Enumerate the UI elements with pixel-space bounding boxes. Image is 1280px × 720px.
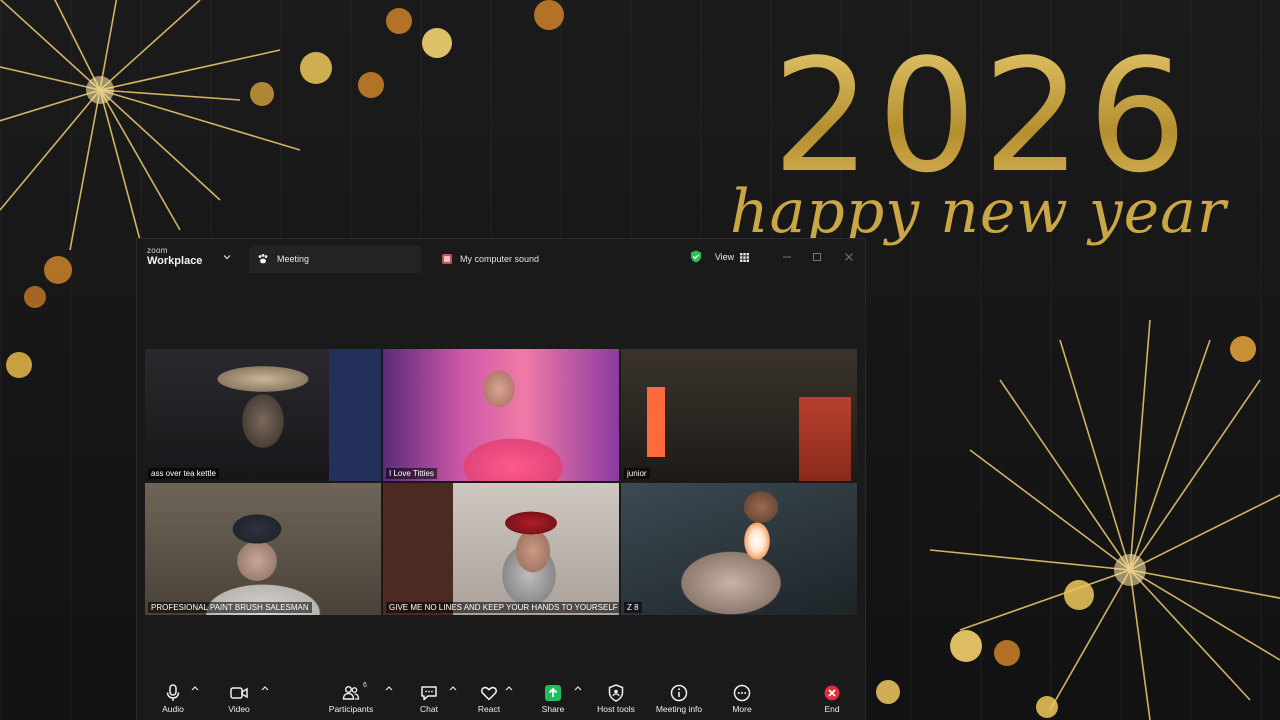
meeting-info-button[interactable]: Meeting info <box>651 683 707 719</box>
chat-icon <box>421 686 437 701</box>
participants-count: 6 <box>363 682 367 689</box>
bokeh-light <box>6 352 32 378</box>
chevron-up-icon[interactable] <box>574 685 582 691</box>
participant-name: Z 8 <box>624 602 642 613</box>
video-gallery: ass over tea kettle I Love Titties junio… <box>145 349 859 615</box>
host-tools-button[interactable]: Host tools <box>595 683 637 719</box>
share-button[interactable]: Share <box>539 683 567 719</box>
chat-label: Chat <box>420 704 438 714</box>
view-button[interactable]: View <box>707 247 757 267</box>
chevron-up-icon[interactable] <box>261 685 269 691</box>
close-icon[interactable] <box>843 251 855 263</box>
minimize-icon[interactable] <box>781 251 793 263</box>
more-icon <box>733 684 751 702</box>
bokeh-light <box>250 82 274 106</box>
react-label: React <box>477 704 501 714</box>
zoom-brand[interactable]: zoom Workplace <box>147 247 202 267</box>
bokeh-light <box>534 0 564 30</box>
brand-top: zoom <box>147 246 168 255</box>
video-tile[interactable]: I Love Titties <box>383 349 619 481</box>
meeting-toolbar: Audio Video Participants 6 Chat React Sh… <box>137 679 865 720</box>
firework-bottom-right <box>930 319 1280 720</box>
bokeh-light <box>358 72 384 98</box>
host-tools-label: Host tools <box>597 704 635 714</box>
more-button[interactable]: More <box>729 683 755 719</box>
brand-bottom: Workplace <box>147 255 203 267</box>
new-year-greeting: happy new year <box>730 177 1227 247</box>
speaker-icon <box>442 254 452 264</box>
maximize-icon[interactable] <box>811 251 823 263</box>
video-tile[interactable]: junior <box>621 349 857 481</box>
more-label: More <box>732 704 752 714</box>
chevron-up-icon[interactable] <box>385 685 393 691</box>
tab-meeting[interactable]: Meeting <box>249 245 421 273</box>
bokeh-light <box>300 52 332 84</box>
shield-icon <box>608 684 624 702</box>
video-tile[interactable]: PROFESIONAL PAINT BRUSH SALESMAN <box>145 483 381 615</box>
chevron-down-icon[interactable] <box>223 253 231 261</box>
people-icon <box>342 686 360 700</box>
heart-icon <box>481 686 497 701</box>
shield-check-icon[interactable] <box>690 250 702 263</box>
bokeh-light <box>876 680 900 704</box>
bokeh-light <box>386 8 412 34</box>
share-label: Share <box>541 704 565 714</box>
grid-icon <box>740 252 750 262</box>
tab-sound-label: My computer sound <box>460 254 540 264</box>
participant-name: GIVE ME NO LINES AND KEEP YOUR HANDS TO … <box>386 602 619 613</box>
participant-video <box>145 483 381 615</box>
audio-button[interactable]: Audio <box>159 683 187 719</box>
participants-label: Participants <box>328 704 374 714</box>
meeting-info-label: Meeting info <box>655 704 703 714</box>
video-tile[interactable]: ass over tea kettle <box>145 349 381 481</box>
bokeh-light <box>1230 336 1256 362</box>
zoom-meeting-window: zoom Workplace Meeting My computer sound <box>136 238 866 720</box>
participant-video <box>383 349 619 481</box>
title-bar: zoom Workplace Meeting My computer sound <box>137 239 865 277</box>
share-arrow-icon <box>545 685 561 701</box>
audio-label: Audio <box>162 704 184 714</box>
participant-name: ass over tea kettle <box>148 468 219 479</box>
video-tile[interactable]: Z 8 <box>621 483 857 615</box>
participant-video <box>383 483 619 615</box>
participant-video <box>145 349 381 481</box>
chevron-up-icon[interactable] <box>505 685 513 691</box>
chevron-up-icon[interactable] <box>191 685 199 691</box>
participant-name: I Love Titties <box>386 468 437 479</box>
chat-button[interactable]: Chat <box>417 683 441 719</box>
bokeh-light <box>994 640 1020 666</box>
video-tile-active-speaker[interactable]: GIVE ME NO LINES AND KEEP YOUR HANDS TO … <box>383 483 619 615</box>
bokeh-light <box>44 256 72 284</box>
participant-video <box>621 483 857 615</box>
chevron-up-icon[interactable] <box>449 685 457 691</box>
video-button[interactable]: Video <box>225 683 253 719</box>
participants-button[interactable]: Participants <box>327 683 375 719</box>
info-icon <box>670 684 688 702</box>
tab-meeting-label: Meeting <box>277 254 310 264</box>
participant-video <box>621 349 857 481</box>
tab-computer-sound[interactable]: My computer sound <box>433 245 633 273</box>
microphone-icon <box>166 684 180 701</box>
view-label: View <box>714 252 735 262</box>
camera-icon <box>230 687 248 699</box>
bokeh-light <box>1064 580 1094 610</box>
bokeh-light <box>24 286 46 308</box>
bokeh-light <box>950 630 982 662</box>
paw-icon <box>258 254 268 264</box>
end-icon <box>824 685 840 701</box>
bokeh-light <box>422 28 452 58</box>
new-year-number: 2026 <box>772 25 1194 207</box>
video-label: Video <box>228 704 250 714</box>
react-button[interactable]: React <box>475 683 503 719</box>
end-button[interactable]: End <box>819 683 845 719</box>
bokeh-light <box>1036 696 1058 718</box>
end-label: End <box>824 704 840 714</box>
participant-name: PROFESIONAL PAINT BRUSH SALESMAN <box>148 602 312 613</box>
participant-name: junior <box>624 468 650 479</box>
